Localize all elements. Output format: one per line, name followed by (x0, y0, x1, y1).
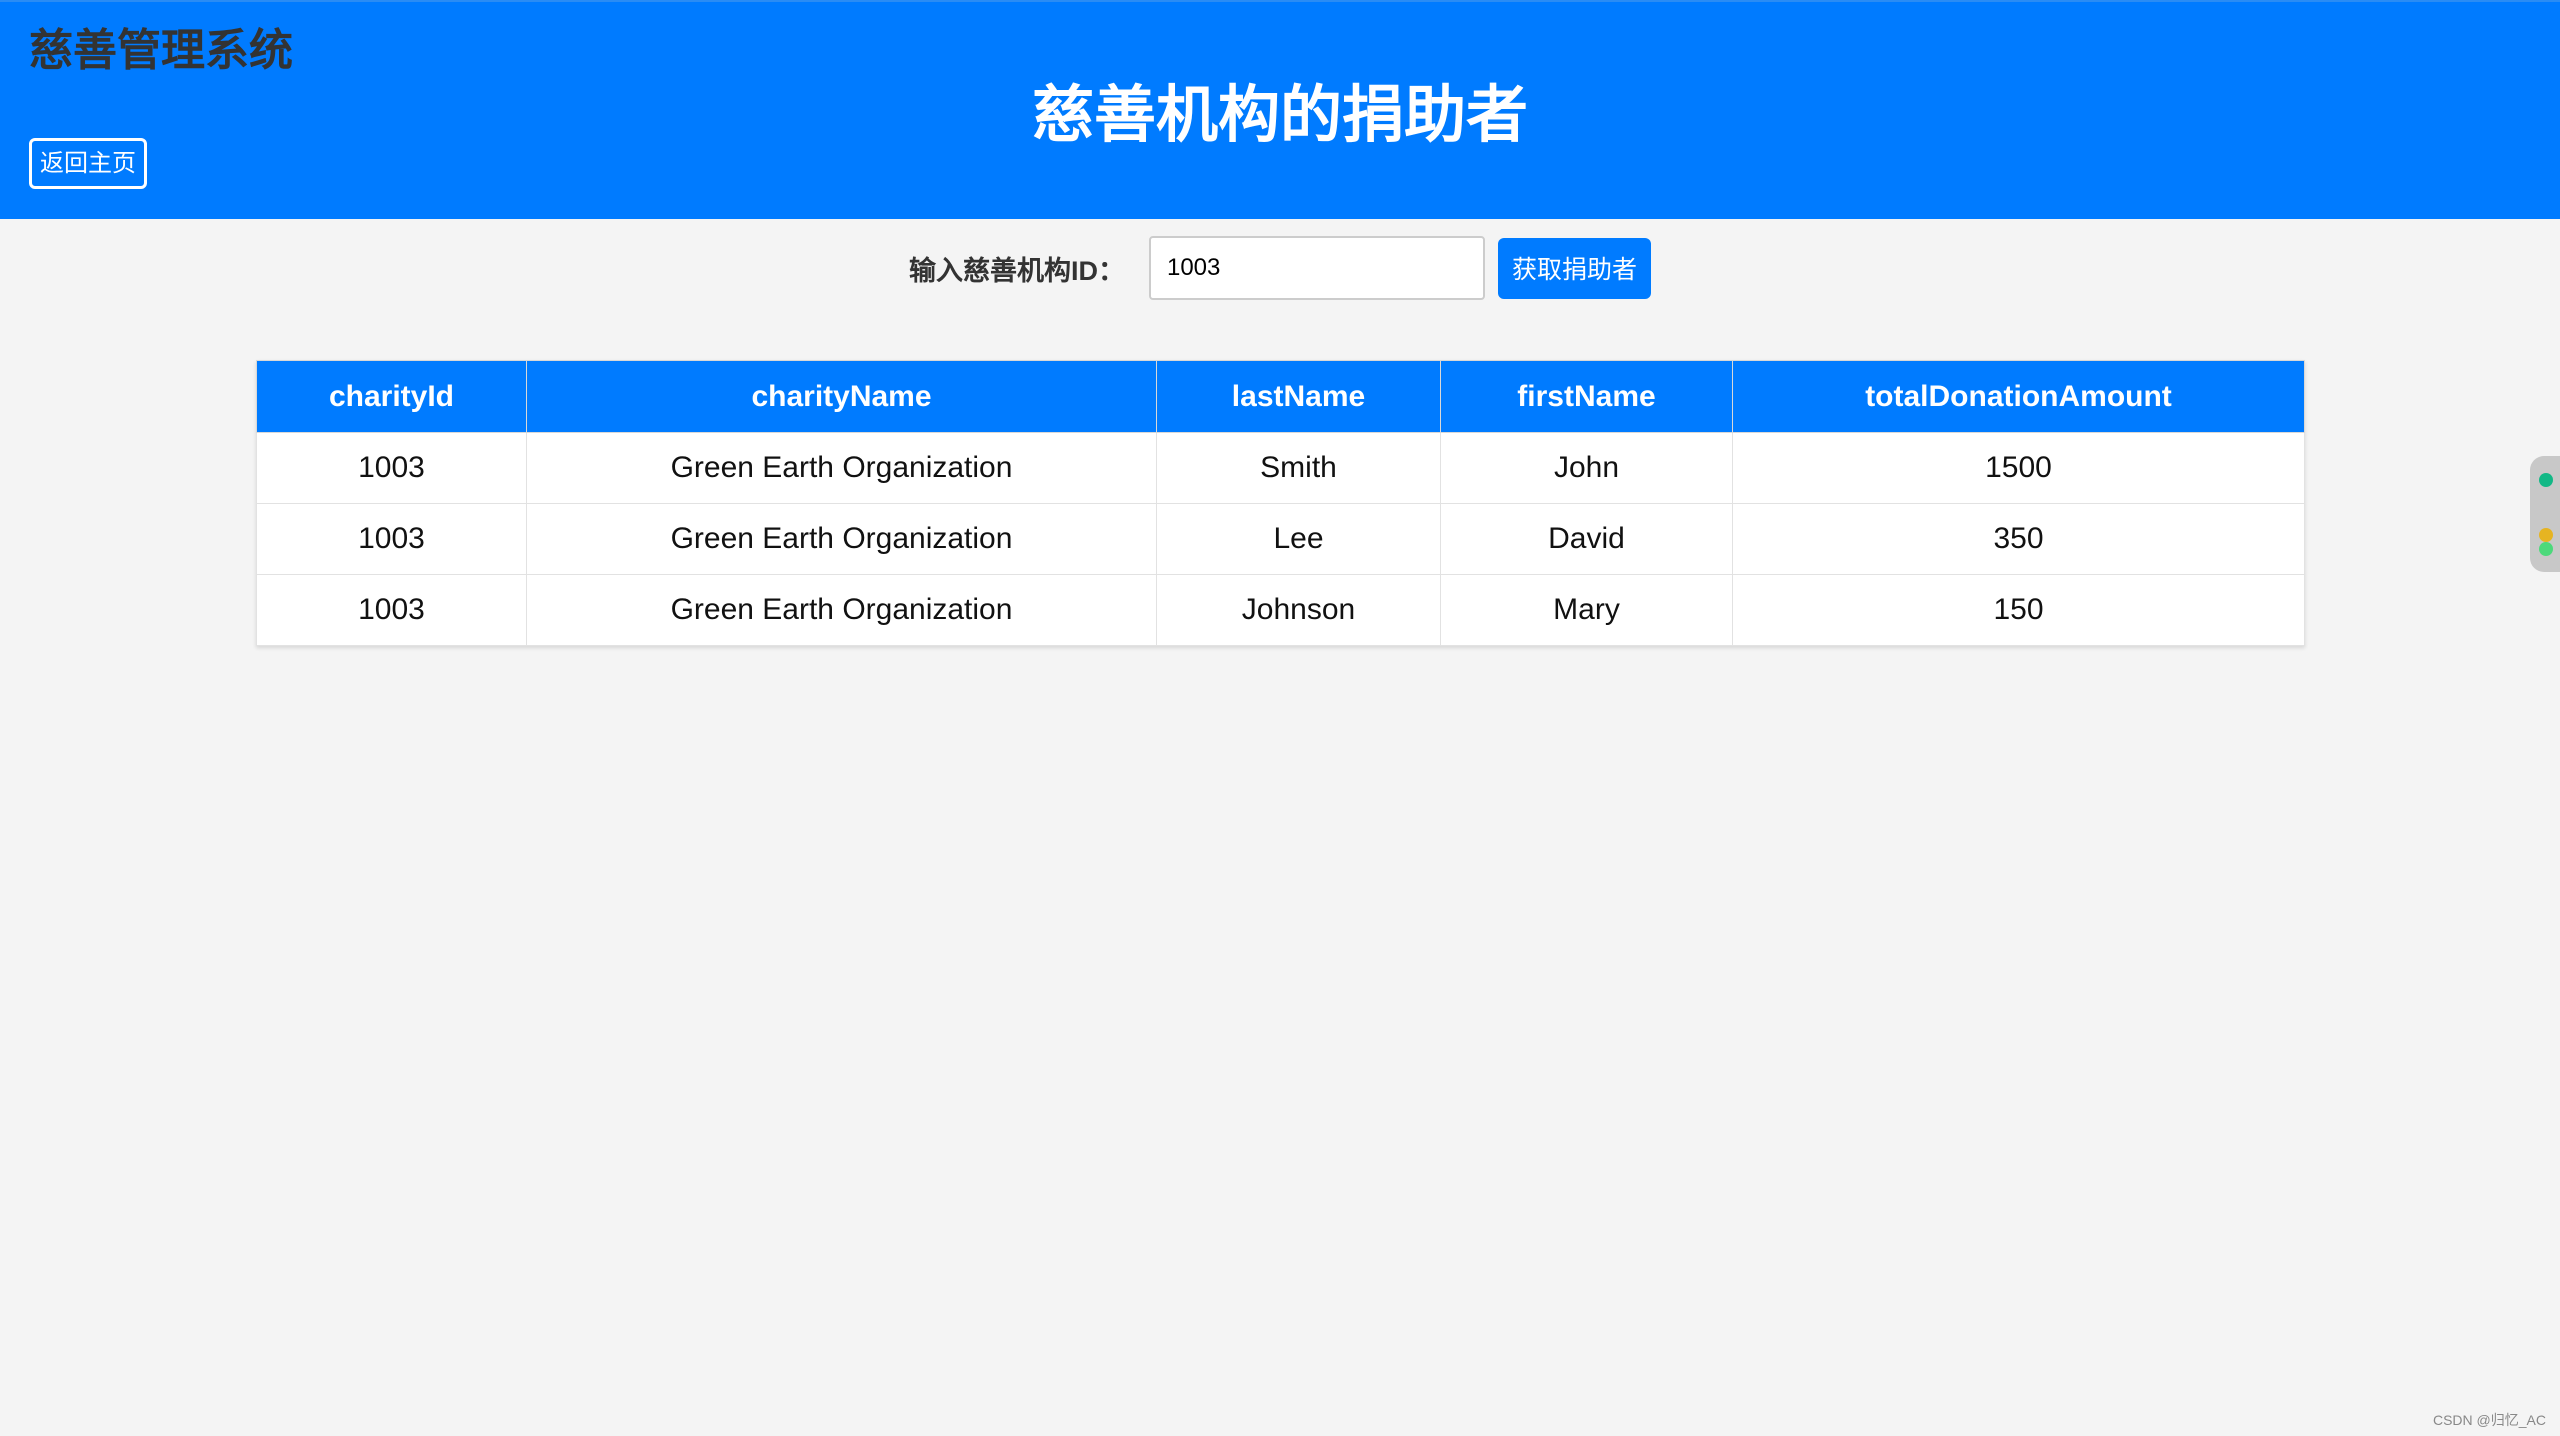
table-row: 1003 Green Earth Organization Smith John… (256, 432, 2305, 504)
fetch-donors-button[interactable]: 获取捐助者 (1497, 237, 1651, 299)
app-title: 慈善管理系统 (29, 26, 293, 75)
column-header-first-name[interactable]: firstName (1440, 360, 1733, 433)
watermark: CSDN @归忆_AC (2432, 1412, 2546, 1428)
cell-charity-name: Green Earth Organization (526, 432, 1157, 504)
cell-first-name: John (1440, 432, 1733, 504)
column-header-last-name[interactable]: lastName (1156, 360, 1441, 433)
cell-charity-name: Green Earth Organization (526, 574, 1157, 646)
status-dot-icon (2539, 528, 2553, 542)
cell-first-name: Mary (1440, 574, 1733, 646)
donors-table-container: charityId charityName lastName firstName… (256, 360, 2305, 646)
status-dot-icon (2539, 542, 2553, 556)
floating-side-widget[interactable] (2530, 456, 2560, 572)
donors-table: charityId charityName lastName firstName… (256, 360, 2305, 646)
cell-total-donation-amount: 1500 (1732, 432, 2305, 504)
page-header: 慈善管理系统 慈善机构的捐助者 返回主页 (0, 0, 2560, 219)
charity-id-input[interactable] (1148, 236, 1485, 300)
charity-id-label: 输入慈善机构ID： (908, 255, 1125, 286)
cell-last-name: Smith (1156, 432, 1441, 504)
column-header-charity-name[interactable]: charityName (526, 360, 1157, 433)
cell-charity-name: Green Earth Organization (526, 503, 1157, 575)
cell-charity-id: 1003 (256, 432, 527, 504)
cell-total-donation-amount: 150 (1732, 574, 2305, 646)
search-bar: 输入慈善机构ID： 获取捐助者 (0, 236, 2560, 300)
page-title: 慈善机构的捐助者 (1031, 81, 1528, 150)
cell-charity-id: 1003 (256, 574, 527, 646)
cell-last-name: Lee (1156, 503, 1441, 575)
table-row: 1003 Green Earth Organization Johnson Ma… (256, 574, 2305, 646)
cell-first-name: David (1440, 503, 1733, 575)
cell-total-donation-amount: 350 (1732, 503, 2305, 575)
back-home-button[interactable]: 返回主页 (29, 138, 147, 189)
column-header-charity-id[interactable]: charityId (256, 360, 527, 433)
column-header-total-donation-amount[interactable]: totalDonationAmount (1732, 360, 2305, 433)
table-row: 1003 Green Earth Organization Lee David … (256, 503, 2305, 575)
status-dot-icon (2539, 473, 2553, 487)
cell-last-name: Johnson (1156, 574, 1441, 646)
table-header-row: charityId charityName lastName firstName… (256, 360, 2305, 433)
cell-charity-id: 1003 (256, 503, 527, 575)
